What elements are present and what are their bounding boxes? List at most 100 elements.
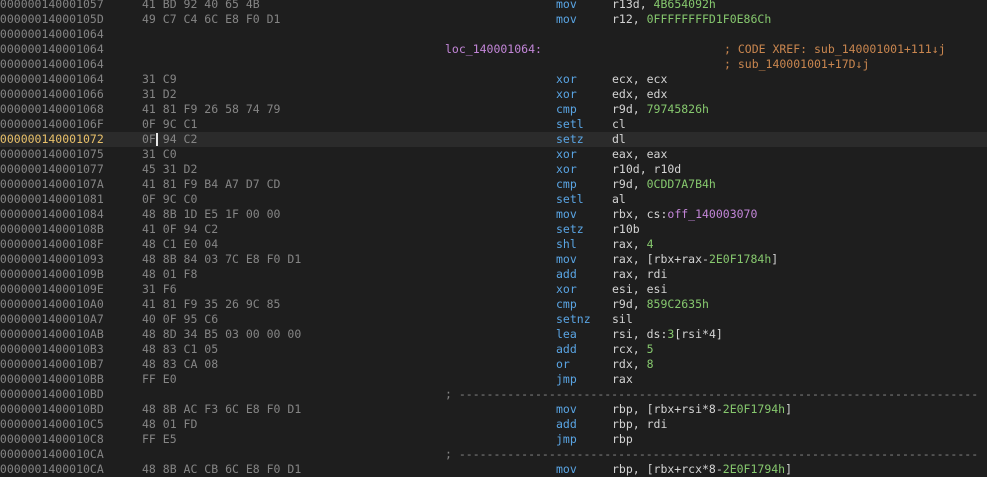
- instruction-operands[interactable]: edx, edx: [612, 87, 667, 102]
- line-address[interactable]: 0000000140001064: [0, 72, 104, 87]
- line-address[interactable]: 00000001400010CA: [0, 462, 104, 477]
- listing-line[interactable]: 00000001400010B3 48 83 C1 05 add rcx, 5: [0, 342, 987, 357]
- line-address[interactable]: 0000000140001064: [0, 57, 104, 72]
- listing-line[interactable]: 00000001400010CA ; ----------------------…: [0, 447, 987, 462]
- listing-line[interactable]: 00000001400010AB 48 8D 34 B5 03 00 00 00 l…: [0, 327, 987, 342]
- listing-line[interactable]: 0000000140001093 48 8B 84 03 7C E8 F0 D1 m…: [0, 252, 987, 267]
- listing-line[interactable]: 0000000140001075 31 C0 xor eax, eax: [0, 147, 987, 162]
- line-address[interactable]: 00000001400010A7: [0, 312, 104, 327]
- instruction-mnemonic[interactable]: or: [556, 357, 570, 372]
- instruction-operands[interactable]: rax: [612, 372, 633, 387]
- instruction-operands[interactable]: r12, 0FFFFFFFFD1F0E86Ch: [612, 12, 771, 27]
- instruction-operands[interactable]: r9d, 79745826h: [612, 102, 709, 117]
- instruction-operands[interactable]: r10b: [612, 222, 640, 237]
- line-address[interactable]: 0000000140001084: [0, 207, 104, 222]
- instruction-operands[interactable]: rsi, ds:3[rsi*4]: [612, 327, 723, 342]
- instruction-operands[interactable]: rbp, rdi: [612, 417, 667, 432]
- listing-line[interactable]: 000000014000106F 0F 9C C1 setl cl: [0, 117, 987, 132]
- listing-line[interactable]: 00000001400010C5 48 01 FD add rbp, rdi: [0, 417, 987, 432]
- line-address[interactable]: 00000001400010BD: [0, 387, 104, 402]
- listing-line[interactable]: 000000014000105D 49 C7 C4 6C E8 F0 D1 mov r…: [0, 12, 987, 27]
- line-address[interactable]: 0000000140001064: [0, 27, 104, 42]
- line-address[interactable]: 00000001400010BD: [0, 402, 104, 417]
- instruction-mnemonic[interactable]: mov: [556, 252, 577, 267]
- instruction-operands[interactable]: esi, esi: [612, 282, 667, 297]
- listing-line[interactable]: 0000000140001081 0F 9C C0 setl al: [0, 192, 987, 207]
- instruction-mnemonic[interactable]: mov: [556, 402, 577, 417]
- listing-line[interactable]: 000000014000109E 31 F6 xor esi, esi: [0, 282, 987, 297]
- listing-line[interactable]: 0000000140001077 45 31 D2 xor r10d, r10d: [0, 162, 987, 177]
- instruction-operands[interactable]: r9d, 0CDD7A7B4h: [612, 177, 716, 192]
- listing-line[interactable]: 000000014000108F 48 C1 E0 04 shl rax, 4: [0, 237, 987, 252]
- listing-line[interactable]: 000000014000107A 41 81 F9 B4 A7 D7 CD cmp r…: [0, 177, 987, 192]
- line-address[interactable]: 000000014000105D: [0, 12, 104, 27]
- instruction-mnemonic[interactable]: setl: [556, 117, 584, 132]
- instruction-mnemonic[interactable]: add: [556, 417, 577, 432]
- line-address[interactable]: 0000000140001077: [0, 162, 104, 177]
- instruction-mnemonic[interactable]: xor: [556, 282, 577, 297]
- line-address[interactable]: 00000001400010C5: [0, 417, 104, 432]
- listing-line[interactable]: 00000001400010C8 FF E5 jmp rbp: [0, 432, 987, 447]
- instruction-operands[interactable]: rax, 4: [612, 237, 654, 252]
- line-address[interactable]: 0000000140001075: [0, 147, 104, 162]
- instruction-operands[interactable]: al: [612, 192, 626, 207]
- line-address[interactable]: 0000000140001066: [0, 87, 104, 102]
- instruction-mnemonic[interactable]: add: [556, 267, 577, 282]
- listing-line[interactable]: 0000000140001084 48 8B 1D E5 1F 00 00 mov r…: [0, 207, 987, 222]
- instruction-operands[interactable]: rbp, [rbx+rsi*8-2E0F1794h]: [612, 402, 792, 417]
- instruction-operands[interactable]: ecx, ecx: [612, 72, 667, 87]
- instruction-mnemonic[interactable]: jmp: [556, 372, 577, 387]
- instruction-operands[interactable]: r9d, 859C2635h: [612, 297, 709, 312]
- listing-line[interactable]: 00000001400010BB FF E0 jmp rax: [0, 372, 987, 387]
- instruction-operands[interactable]: dl: [612, 132, 626, 147]
- instruction-mnemonic[interactable]: setz: [556, 222, 584, 237]
- line-address[interactable]: 0000000140001093: [0, 252, 104, 267]
- instruction-operands[interactable]: rbx, cs:off_140003070: [612, 207, 757, 222]
- instruction-operands[interactable]: cl: [612, 117, 626, 132]
- instruction-mnemonic[interactable]: cmp: [556, 102, 577, 117]
- line-address[interactable]: 000000014000109E: [0, 282, 104, 297]
- instruction-mnemonic[interactable]: xor: [556, 87, 577, 102]
- instruction-mnemonic[interactable]: xor: [556, 147, 577, 162]
- line-address[interactable]: 0000000140001081: [0, 192, 104, 207]
- disassembly-listing[interactable]: 0000000140001057 41 BD 92 40 65 4B mov r13d…: [0, 0, 987, 477]
- line-address[interactable]: 00000001400010C8: [0, 432, 104, 447]
- instruction-mnemonic[interactable]: mov: [556, 12, 577, 27]
- line-address[interactable]: 00000001400010A0: [0, 297, 104, 312]
- instruction-operands[interactable]: rdx, 8: [612, 357, 654, 372]
- listing-line[interactable]: 0000000140001064: [0, 27, 987, 42]
- line-address[interactable]: 00000001400010B7: [0, 357, 104, 372]
- symbol-reference[interactable]: off_140003070: [667, 207, 757, 221]
- instruction-mnemonic[interactable]: shl: [556, 237, 577, 252]
- instruction-mnemonic[interactable]: setz: [556, 132, 584, 147]
- line-address[interactable]: 000000014000106F: [0, 117, 104, 132]
- line-address[interactable]: 00000001400010AB: [0, 327, 104, 342]
- instruction-operands[interactable]: eax, eax: [612, 147, 667, 162]
- listing-line[interactable]: 000000014000108B 41 0F 94 C2 setz r10b: [0, 222, 987, 237]
- listing-line[interactable]: 00000001400010BD ; ----------------------…: [0, 387, 987, 402]
- line-address[interactable]: 00000001400010B3: [0, 342, 104, 357]
- line-address[interactable]: 00000001400010BB: [0, 372, 104, 387]
- instruction-mnemonic[interactable]: xor: [556, 162, 577, 177]
- instruction-mnemonic[interactable]: xor: [556, 72, 577, 87]
- listing-line[interactable]: 00000001400010A7 40 0F 95 C6 setnz sil: [0, 312, 987, 327]
- xref-comment[interactable]: ; sub_140001001+17D↓j: [724, 57, 869, 72]
- listing-line[interactable]: 000000014000109B 48 01 F8 add rax, rdi: [0, 267, 987, 282]
- listing-line[interactable]: 0000000140001064 ; sub_140001001+17D↓j: [0, 57, 987, 72]
- instruction-mnemonic[interactable]: mov: [556, 0, 577, 12]
- instruction-mnemonic[interactable]: setl: [556, 192, 584, 207]
- listing-line[interactable]: 00000001400010B7 48 83 CA 08 or rdx, 8: [0, 357, 987, 372]
- listing-line[interactable]: 00000001400010CA 48 8B AC CB 6C E8 F0 D1 m…: [0, 462, 987, 477]
- instruction-mnemonic[interactable]: setnz: [556, 312, 591, 327]
- instruction-mnemonic[interactable]: lea: [556, 327, 577, 342]
- instruction-operands[interactable]: rax, rdi: [612, 267, 667, 282]
- instruction-operands[interactable]: rcx, 5: [612, 342, 654, 357]
- instruction-mnemonic[interactable]: add: [556, 342, 577, 357]
- listing-line[interactable]: 00000001400010BD 48 8B AC F3 6C E8 F0 D1 m…: [0, 402, 987, 417]
- instruction-mnemonic[interactable]: jmp: [556, 432, 577, 447]
- listing-line[interactable]: 0000000140001057 41 BD 92 40 65 4B mov r13d…: [0, 0, 987, 12]
- line-address[interactable]: 0000000140001057: [0, 0, 104, 12]
- line-address[interactable]: 000000014000109B: [0, 267, 104, 282]
- line-address[interactable]: 0000000140001068: [0, 102, 104, 117]
- line-address[interactable]: 000000014000108B: [0, 222, 104, 237]
